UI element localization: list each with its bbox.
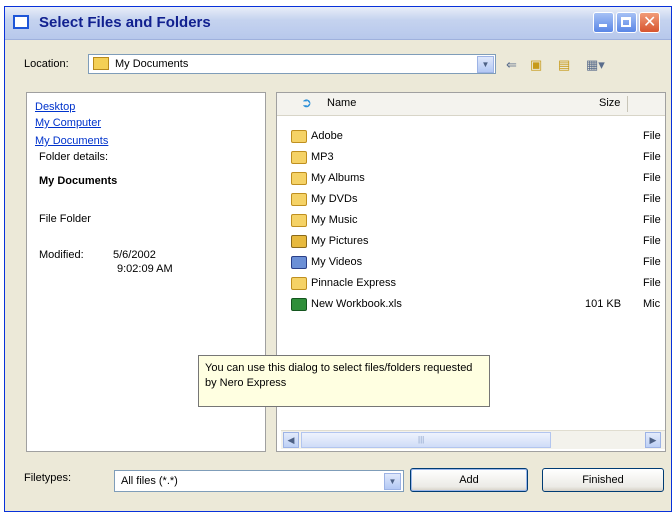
filetypes-value: All files (*.*) — [121, 475, 178, 487]
item-type: File — [643, 214, 661, 226]
title-bar[interactable]: Select Files and Folders ✕ — [5, 7, 671, 40]
list-item[interactable]: My Videos File — [287, 253, 665, 273]
folder-details-label: Folder details: — [39, 151, 109, 163]
item-type: File — [643, 277, 661, 289]
chevron-down-icon[interactable]: ▼ — [477, 56, 494, 73]
up-folder-icon[interactable]: ▣ — [530, 56, 542, 74]
column-name[interactable]: Name — [327, 97, 356, 109]
item-size: 101 KB — [585, 298, 622, 310]
close-button[interactable]: ✕ — [639, 12, 660, 33]
new-folder-icon[interactable]: ▤ — [558, 56, 570, 74]
item-name: My Albums — [311, 172, 365, 184]
scroll-right-icon[interactable]: ▶ — [645, 432, 661, 448]
folder-icon — [291, 172, 307, 185]
list-item[interactable]: My Albums File — [287, 169, 665, 189]
window-title: Select Files and Folders — [39, 14, 211, 31]
item-name: Adobe — [311, 130, 343, 142]
pictures-folder-icon — [291, 235, 307, 248]
list-item[interactable]: MP3 File — [287, 148, 665, 168]
folder-name: My Documents — [39, 175, 118, 187]
item-name: New Workbook.xls — [311, 298, 402, 310]
filetypes-label: Filetypes: — [24, 472, 72, 484]
scroll-thumb[interactable]: ||| — [301, 432, 551, 448]
filetypes-dropdown[interactable]: All files (*.*) ▼ — [114, 470, 404, 492]
my-documents-icon — [93, 57, 109, 70]
folder-type: File Folder — [39, 213, 91, 225]
add-button[interactable]: Add — [410, 468, 528, 492]
modified-label: Modified: — [39, 249, 84, 261]
modified-date: 5/6/2002 — [113, 249, 156, 261]
item-type: File — [643, 172, 661, 184]
desktop-link[interactable]: Desktop — [35, 101, 75, 113]
modified-time: 9:02:09 AM — [117, 263, 173, 275]
location-value: My Documents — [115, 58, 189, 70]
item-type: File — [643, 130, 661, 142]
finished-button[interactable]: Finished — [542, 468, 664, 492]
list-item[interactable]: My DVDs File — [287, 190, 665, 210]
horizontal-scrollbar[interactable]: ◀ ||| ▶ — [281, 430, 665, 449]
list-item[interactable]: My Pictures File — [287, 232, 665, 252]
sort-refresh-icon[interactable]: ➲ — [301, 96, 315, 110]
folder-icon — [291, 151, 307, 164]
item-name: My DVDs — [311, 193, 358, 205]
item-name: My Music — [311, 214, 358, 226]
item-type: Mic — [643, 298, 661, 310]
back-arrow-icon[interactable]: ⇐ — [506, 56, 517, 74]
location-label: Location: — [24, 58, 69, 70]
item-name: MP3 — [311, 151, 334, 163]
scroll-left-icon[interactable]: ◀ — [283, 432, 299, 448]
list-item[interactable]: New Workbook.xls 101 KB Mic — [287, 295, 665, 315]
folder-icon — [291, 130, 307, 143]
column-header: ➲ Name Size — [277, 93, 665, 116]
item-type: File — [643, 235, 661, 247]
grip-icon: ||| — [418, 435, 425, 444]
my-computer-link[interactable]: My Computer — [35, 117, 101, 129]
item-type: File — [643, 151, 661, 163]
item-name: My Videos — [311, 256, 363, 268]
window-icon — [13, 15, 29, 29]
maximize-button[interactable] — [616, 12, 637, 33]
my-documents-link[interactable]: My Documents — [35, 135, 108, 147]
maximize-icon — [621, 17, 631, 27]
list-item[interactable]: Pinnacle Express File — [287, 274, 665, 294]
help-tooltip: You can use this dialog to select files/… — [198, 355, 490, 407]
videos-folder-icon — [291, 256, 307, 269]
item-name: My Pictures — [311, 235, 369, 247]
list-item[interactable]: My Music File — [287, 211, 665, 231]
item-type: File — [643, 256, 661, 268]
view-menu-icon[interactable]: ▦▾ — [586, 56, 605, 74]
excel-file-icon — [291, 298, 307, 311]
close-icon: ✕ — [643, 12, 657, 31]
column-size[interactable]: Size — [599, 97, 620, 109]
item-type: File — [643, 193, 661, 205]
location-dropdown[interactable]: My Documents ▼ — [88, 54, 496, 74]
minimize-icon — [599, 24, 607, 27]
music-folder-icon — [291, 214, 307, 227]
item-name: Pinnacle Express — [311, 277, 396, 289]
column-separator[interactable] — [627, 96, 628, 112]
folder-icon — [291, 277, 307, 290]
minimize-button[interactable] — [593, 12, 614, 33]
folder-icon — [291, 193, 307, 206]
list-item[interactable]: Adobe File — [287, 127, 665, 147]
chevron-down-icon[interactable]: ▼ — [384, 473, 401, 490]
